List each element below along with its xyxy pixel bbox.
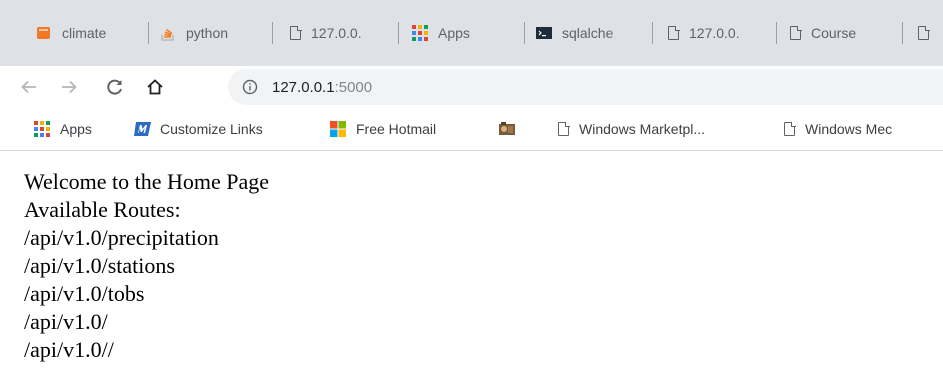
tab-divider (652, 22, 653, 44)
arrow-left-icon (21, 80, 36, 94)
url-text[interactable]: 127.0.0.1:5000 (272, 79, 372, 96)
bookmark-windows-media[interactable]: Windows Mec (784, 118, 892, 140)
reload-icon (107, 79, 122, 95)
tab-divider (902, 22, 903, 44)
back-button[interactable] (16, 74, 42, 100)
windows-icon (330, 121, 346, 137)
bookmark-label: Customize Links (160, 121, 263, 137)
tab-title: Apps (438, 25, 470, 41)
tab-title: 127.0.0. (689, 25, 740, 41)
page-icon (558, 121, 570, 136)
tab-title: climate (62, 25, 107, 41)
page-heading: Welcome to the Home Page (24, 169, 270, 194)
forward-button[interactable] (56, 74, 82, 100)
tab-title: 127.0.0. (311, 25, 362, 41)
terminal-icon (536, 25, 552, 41)
tab-divider (524, 22, 525, 44)
tab-title: Course (811, 25, 857, 41)
home-button[interactable] (142, 74, 168, 100)
route-item: /api/v1.0// (24, 337, 114, 362)
url-host: 127.0.0.1 (272, 78, 335, 96)
bookmark-label: Apps (60, 121, 92, 137)
route-item: /api/v1.0/stations (24, 253, 175, 278)
tab-apps[interactable]: Apps (412, 14, 512, 52)
bookmark-windows-marketplace[interactable]: Windows Marketpl... (558, 118, 705, 140)
bookmark-apps[interactable]: Apps (34, 118, 92, 140)
tab-divider (398, 22, 399, 44)
bookmark-label: Free Hotmail (356, 121, 437, 137)
apps-grid-icon (412, 25, 428, 41)
tab-partial[interactable] (918, 14, 943, 52)
tab-title: sqlalche (562, 25, 614, 41)
info-icon[interactable] (242, 79, 258, 95)
tab-title: python (186, 25, 229, 41)
home-icon (147, 79, 163, 95)
page-icon (918, 25, 930, 40)
address-bar[interactable]: 127.0.0.1:5000 (228, 69, 943, 105)
tab-divider (272, 22, 273, 44)
bookmark-media[interactable] (498, 118, 524, 140)
media-icon (498, 121, 515, 137)
route-item: /api/v1.0/ (24, 309, 108, 334)
apps-grid-icon (34, 121, 50, 137)
tab-localhost-2[interactable]: 127.0.0. (668, 14, 764, 52)
page-icon (790, 25, 802, 40)
tab-sqlalchemy[interactable]: sqlalche (536, 14, 638, 52)
tab-python[interactable]: python (160, 14, 260, 52)
msn-icon (134, 121, 151, 137)
tab-localhost[interactable]: 127.0.0. (290, 14, 386, 52)
bookmark-label: Windows Mec (805, 121, 893, 137)
arrow-right-icon (62, 80, 77, 94)
page-icon (668, 25, 680, 40)
url-port: :5000 (334, 78, 373, 96)
stackoverflow-icon (160, 25, 176, 41)
tab-divider (148, 22, 149, 44)
routes-label: Available Routes: (24, 197, 181, 222)
jupyter-icon (36, 25, 52, 41)
bookmarks-bar: Apps Customize Links Free Hotmail Window… (0, 108, 943, 151)
page-content: Welcome to the Home Page Available Route… (24, 168, 269, 364)
tab-course[interactable]: Course (790, 14, 886, 52)
page-icon (290, 25, 302, 40)
browser-toolbar: 127.0.0.1:5000 (0, 66, 943, 108)
bookmark-customize-links[interactable]: Customize Links (134, 118, 263, 140)
reload-button[interactable] (102, 74, 128, 100)
route-item: /api/v1.0/precipitation (24, 225, 219, 250)
bookmark-label: Windows Marketpl... (579, 121, 706, 137)
route-item: /api/v1.0/tobs (24, 281, 145, 306)
page-icon (784, 121, 796, 136)
tab-climate[interactable]: climate (36, 14, 136, 52)
bookmark-free-hotmail[interactable]: Free Hotmail (330, 118, 436, 140)
tab-strip: climate python 127.0.0. Apps sqlalche 12… (0, 0, 943, 66)
tab-divider (776, 22, 777, 44)
